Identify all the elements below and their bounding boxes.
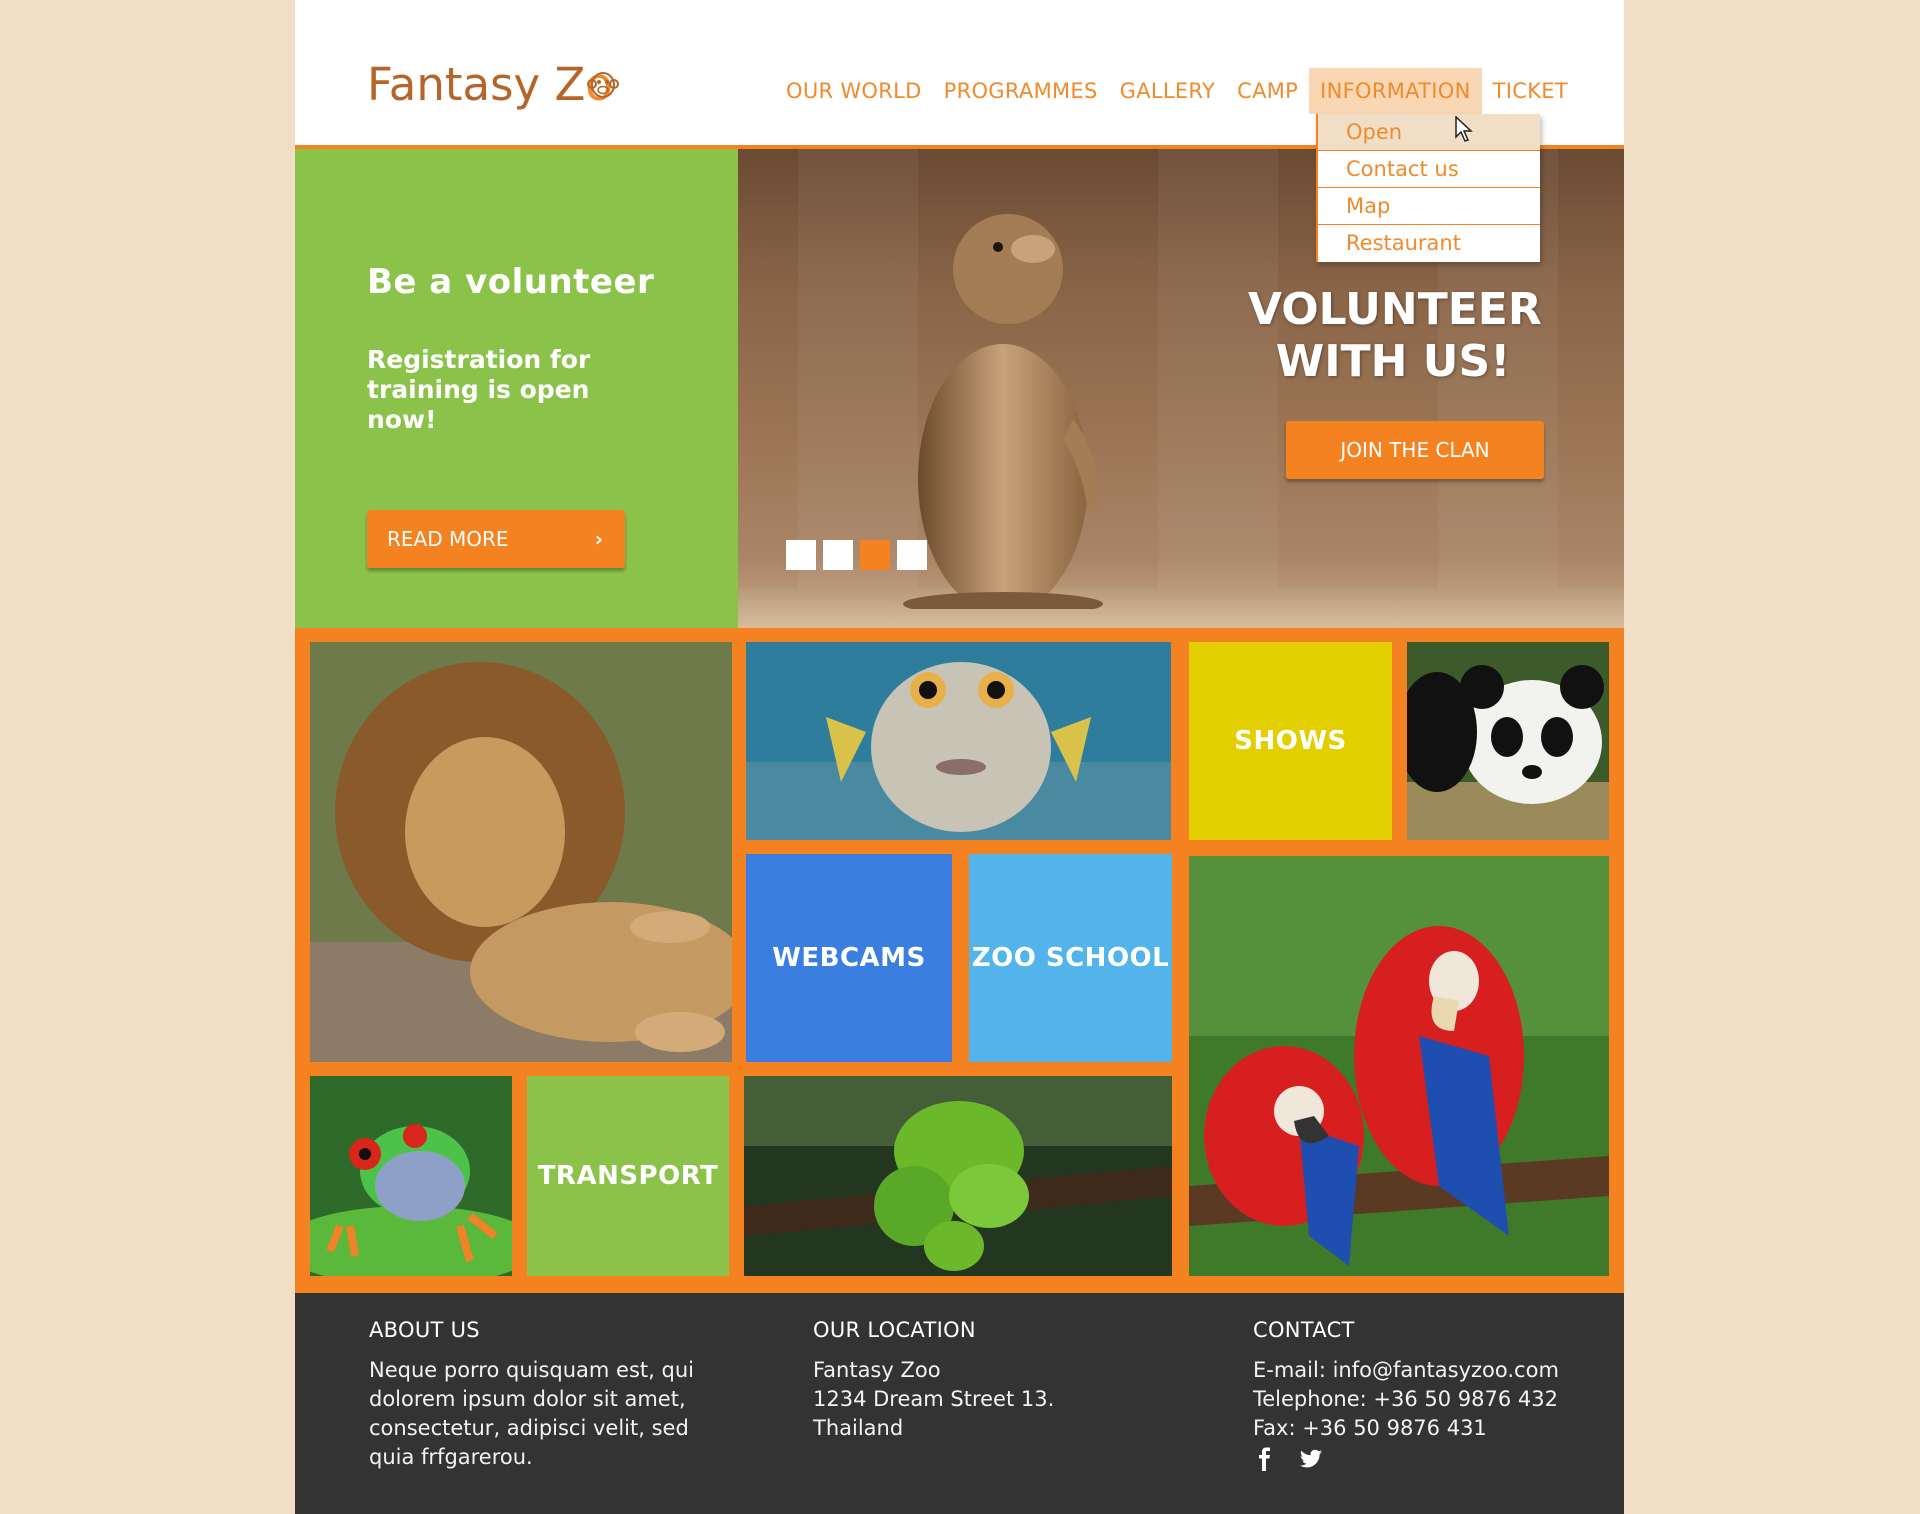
transport-label: TRANSPORT <box>537 1161 719 1191</box>
read-more-label: READ MORE <box>387 527 509 551</box>
dropdown-item-restaurant[interactable]: Restaurant <box>1318 225 1540 262</box>
footer-location-line: Thailand <box>813 1416 904 1440</box>
main-nav: OUR WORLD PROGRAMMES GALLERY CAMP INFORM… <box>775 68 1579 114</box>
dropdown-item-map[interactable]: Map <box>1318 188 1540 225</box>
footer-contact-fax: Fax: +36 50 9876 431 <box>1253 1416 1487 1440</box>
zoo-school-label: ZOO SCHOOL <box>971 943 1170 973</box>
footer-location-line: Fantasy Zoo <box>813 1358 941 1382</box>
lion-image <box>310 642 732 1062</box>
tile-transport[interactable]: TRANSPORT <box>527 1076 729 1276</box>
tile-panda[interactable] <box>1407 642 1609 840</box>
slider-dot[interactable] <box>823 540 853 570</box>
footer-location-line: 1234 Dream Street 13. <box>813 1387 1055 1411</box>
tile-frog[interactable] <box>310 1076 512 1276</box>
tile-zoo-school[interactable]: ZOO SCHOOL <box>969 854 1172 1062</box>
shows-label: SHOWS <box>1234 726 1347 756</box>
footer-about-line: Neque porro quisquam est, qui <box>369 1358 694 1382</box>
footer-location-heading: OUR LOCATION <box>813 1318 976 1342</box>
tile-webcams[interactable]: WEBCAMS <box>746 854 952 1062</box>
nav-programmes[interactable]: PROGRAMMES <box>933 68 1109 114</box>
chevron-right-icon: › <box>594 527 603 551</box>
information-dropdown: Open Contact us Map Restaurant <box>1316 114 1540 262</box>
frog-image <box>310 1076 512 1276</box>
tile-snake[interactable] <box>744 1076 1172 1276</box>
pufferfish-image <box>746 642 1171 840</box>
wall-texture <box>1158 149 1278 628</box>
page: Fantasy Zo OUR WORLD PROGRAMMES GALLERY … <box>295 0 1624 1514</box>
mouse-cursor-icon <box>1455 116 1473 142</box>
social-links <box>1253 1447 1323 1471</box>
hero-cta-line2: WITH US! <box>1275 336 1511 387</box>
footer-contact-heading: CONTACT <box>1253 1318 1355 1342</box>
nav-ticket[interactable]: TICKET <box>1482 68 1579 114</box>
hero-title: Be a volunteer <box>367 262 655 302</box>
slider-dots <box>786 540 927 570</box>
site-footer: ABOUT US Neque porro quisquam est, qui d… <box>295 1293 1624 1514</box>
monkey-face-icon <box>587 72 619 98</box>
dropdown-item-contact-us[interactable]: Contact us <box>1318 151 1540 188</box>
hero-volunteer-panel: Be a volunteer Registration for training… <box>295 149 738 628</box>
hero-cta-heading: VOLUNTEER WITH US! <box>1248 284 1542 388</box>
read-more-button[interactable]: READ MORE › <box>367 510 625 568</box>
join-the-clan-button[interactable]: JOIN THE CLAN <box>1286 421 1544 479</box>
tile-grid: SHOWS WEBCAMS ZOO SCHOOL TRANSPORT <box>295 628 1624 1293</box>
tile-shows[interactable]: SHOWS <box>1189 642 1392 840</box>
footer-about-heading: ABOUT US <box>369 1318 480 1342</box>
nav-our-world[interactable]: OUR WORLD <box>775 68 933 114</box>
nav-camp[interactable]: CAMP <box>1226 68 1309 114</box>
hero-text: Registration for training is open now! <box>367 345 591 434</box>
footer-about-line: dolorem ipsum dolor sit amet, <box>369 1387 686 1411</box>
nav-gallery[interactable]: GALLERY <box>1109 68 1226 114</box>
footer-about-line: consectetur, adipisci velit, sed <box>369 1416 689 1440</box>
twitter-icon[interactable] <box>1299 1447 1323 1471</box>
snake-image <box>744 1076 1172 1276</box>
slider-dot-active[interactable] <box>860 540 890 570</box>
panda-image <box>1407 642 1609 840</box>
footer-contact: CONTACT E-mail: info@fantasyzoo.com Tele… <box>1253 1318 1559 1443</box>
slider-dot[interactable] <box>897 540 927 570</box>
footer-contact-telephone: Telephone: +36 50 9876 432 <box>1253 1387 1558 1411</box>
facebook-icon[interactable] <box>1253 1447 1277 1471</box>
hero-cta-line1: VOLUNTEER <box>1248 284 1542 335</box>
parrots-image <box>1189 856 1609 1276</box>
footer-contact-email[interactable]: E-mail: info@fantasyzoo.com <box>1253 1356 1559 1385</box>
tile-pufferfish[interactable] <box>746 642 1171 840</box>
webcams-label: WEBCAMS <box>772 943 926 973</box>
nav-information[interactable]: INFORMATION <box>1309 68 1482 114</box>
tile-lion[interactable] <box>310 642 732 1062</box>
footer-location: OUR LOCATION Fantasy Zoo 1234 Dream Stre… <box>813 1318 1054 1443</box>
dropdown-item-open[interactable]: Open <box>1318 114 1540 151</box>
logo-text: Fantasy Z <box>367 58 586 111</box>
footer-about-line: quia frfgarerou. <box>369 1445 533 1469</box>
footer-about: ABOUT US Neque porro quisquam est, qui d… <box>369 1318 694 1472</box>
site-logo[interactable]: Fantasy Zo <box>367 58 613 111</box>
tile-parrots[interactable] <box>1189 856 1609 1276</box>
slider-dot[interactable] <box>786 540 816 570</box>
